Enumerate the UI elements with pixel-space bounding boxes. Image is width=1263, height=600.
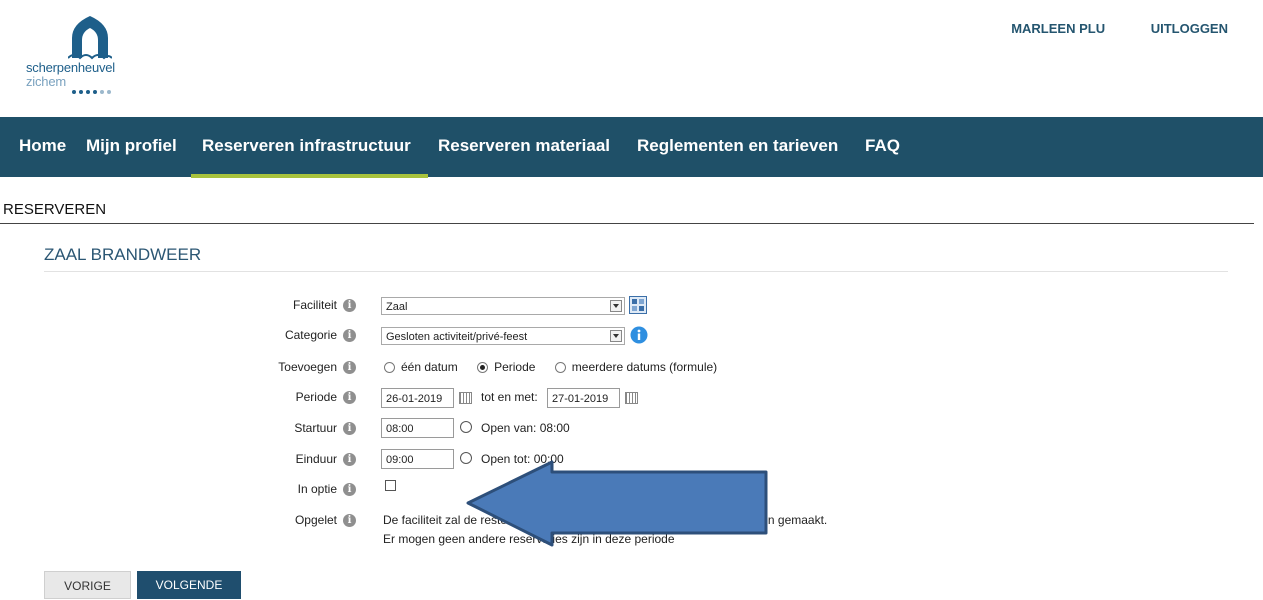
categorie-label: Categorie i bbox=[285, 328, 356, 342]
info-icon[interactable]: i bbox=[343, 328, 356, 342]
opgelet-line1: De faciliteit zal de resterende dag na d… bbox=[383, 513, 828, 527]
site-logo[interactable]: scherpenheuvel zichem bbox=[26, 14, 146, 94]
radio-periode[interactable]: Periode bbox=[477, 360, 535, 374]
radio-label-periode: Periode bbox=[494, 360, 536, 374]
info-icon[interactable]: i bbox=[343, 298, 356, 312]
nav-faq[interactable]: FAQ bbox=[865, 136, 900, 156]
nav-reserveren-infrastructuur[interactable]: Reserveren infrastructuur bbox=[202, 136, 411, 156]
toevoegen-label-text: Toevoegen bbox=[278, 360, 337, 374]
faciliteit-select-value: Zaal bbox=[386, 301, 408, 313]
logout-link[interactable]: UITLOGGEN bbox=[1151, 21, 1228, 36]
nav-home[interactable]: Home bbox=[19, 136, 66, 156]
info-circle-icon[interactable] bbox=[630, 326, 648, 344]
nav-reserveren-materiaal[interactable]: Reserveren materiaal bbox=[438, 136, 610, 156]
page-title: RESERVEREN bbox=[3, 201, 107, 218]
faciliteit-label-text: Faciliteit bbox=[292, 298, 337, 312]
radio-een-datum[interactable]: één datum bbox=[384, 360, 458, 374]
einduur-input[interactable]: 09:00 bbox=[381, 449, 454, 469]
logo-text-line2: zichem bbox=[26, 74, 66, 89]
einduur-note: Open tot: 00:00 bbox=[481, 452, 564, 466]
radio-button[interactable] bbox=[384, 362, 395, 373]
radio-label-een-datum: één datum bbox=[401, 360, 458, 374]
startuur-note: Open van: 08:00 bbox=[481, 421, 570, 435]
title-divider bbox=[0, 223, 1254, 224]
calendar-icon[interactable] bbox=[625, 392, 638, 404]
in-optie-checkbox[interactable] bbox=[385, 480, 396, 491]
in-optie-label: In optie i bbox=[298, 482, 356, 496]
startuur-label-text: Startuur bbox=[294, 421, 337, 435]
info-icon[interactable]: i bbox=[343, 390, 356, 404]
toevoegen-label: Toevoegen i bbox=[278, 360, 356, 374]
calendar-icon[interactable] bbox=[459, 392, 472, 404]
volgende-button[interactable]: VOLGENDE bbox=[137, 571, 241, 599]
logo-text-line1: scherpenheuvel bbox=[26, 60, 115, 75]
nav-active-indicator bbox=[191, 174, 428, 178]
nav-mijn-profiel[interactable]: Mijn profiel bbox=[86, 136, 177, 156]
user-links: MARLEEN PLU UITLOGGEN bbox=[969, 21, 1228, 36]
opgelet-line2: Er mogen geen andere reservaties zijn in… bbox=[383, 532, 675, 546]
facility-grid-icon[interactable] bbox=[629, 296, 647, 314]
logo-dots bbox=[72, 81, 114, 99]
info-icon[interactable]: i bbox=[343, 421, 356, 435]
toevoegen-radio-group: één datum Periode meerdere datums (formu… bbox=[384, 360, 717, 374]
chevron-down-icon bbox=[610, 330, 622, 342]
radio-label-meerdere-datums: meerdere datums (formule) bbox=[571, 360, 718, 374]
opgelet-label-text: Opgelet bbox=[294, 513, 337, 527]
clock-icon[interactable] bbox=[460, 421, 472, 433]
categorie-select-value: Gesloten activiteit/privé-feest bbox=[386, 331, 528, 343]
startuur-input[interactable]: 08:00 bbox=[381, 418, 454, 438]
radio-meerdere-datums[interactable]: meerdere datums (formule) bbox=[554, 360, 718, 374]
periode-label-text: Periode bbox=[295, 390, 337, 404]
main-nav: Home Mijn profiel Reserveren infrastruct… bbox=[0, 117, 1263, 178]
clock-icon[interactable] bbox=[460, 452, 472, 464]
radio-button-selected[interactable] bbox=[477, 362, 489, 373]
faciliteit-label: Faciliteit i bbox=[293, 298, 356, 312]
opgelet-label: Opgelet i bbox=[295, 513, 356, 527]
info-icon[interactable]: i bbox=[343, 513, 356, 527]
vorige-button[interactable]: VORIGE bbox=[44, 571, 131, 599]
facility-title: ZAAL BRANDWEER bbox=[44, 245, 202, 264]
periode-start-input[interactable]: 26-01-2019 bbox=[381, 388, 454, 408]
info-icon[interactable]: i bbox=[343, 482, 356, 496]
categorie-label-text: Categorie bbox=[284, 328, 337, 342]
subtitle-divider bbox=[44, 271, 1228, 272]
periode-label: Periode i bbox=[296, 390, 356, 404]
periode-tot-en-met-label: tot en met: bbox=[481, 390, 538, 404]
info-icon[interactable]: i bbox=[343, 360, 356, 374]
chevron-down-icon bbox=[610, 300, 622, 312]
nav-reglementen-en-tarieven[interactable]: Reglementen en tarieven bbox=[637, 136, 838, 156]
einduur-label-text: Einduur bbox=[295, 452, 337, 466]
categorie-select[interactable]: Gesloten activiteit/privé-feest bbox=[381, 327, 625, 345]
info-icon[interactable]: i bbox=[343, 452, 356, 466]
periode-end-input[interactable]: 27-01-2019 bbox=[547, 388, 620, 408]
in-optie-label-text: In optie bbox=[297, 482, 337, 496]
startuur-label: Startuur i bbox=[294, 421, 356, 435]
radio-button[interactable] bbox=[554, 362, 566, 373]
einduur-label: Einduur i bbox=[296, 452, 356, 466]
user-name-link[interactable]: MARLEEN PLU bbox=[1011, 21, 1105, 36]
faciliteit-select[interactable]: Zaal bbox=[381, 297, 625, 315]
logo-arch-icon bbox=[68, 16, 112, 60]
